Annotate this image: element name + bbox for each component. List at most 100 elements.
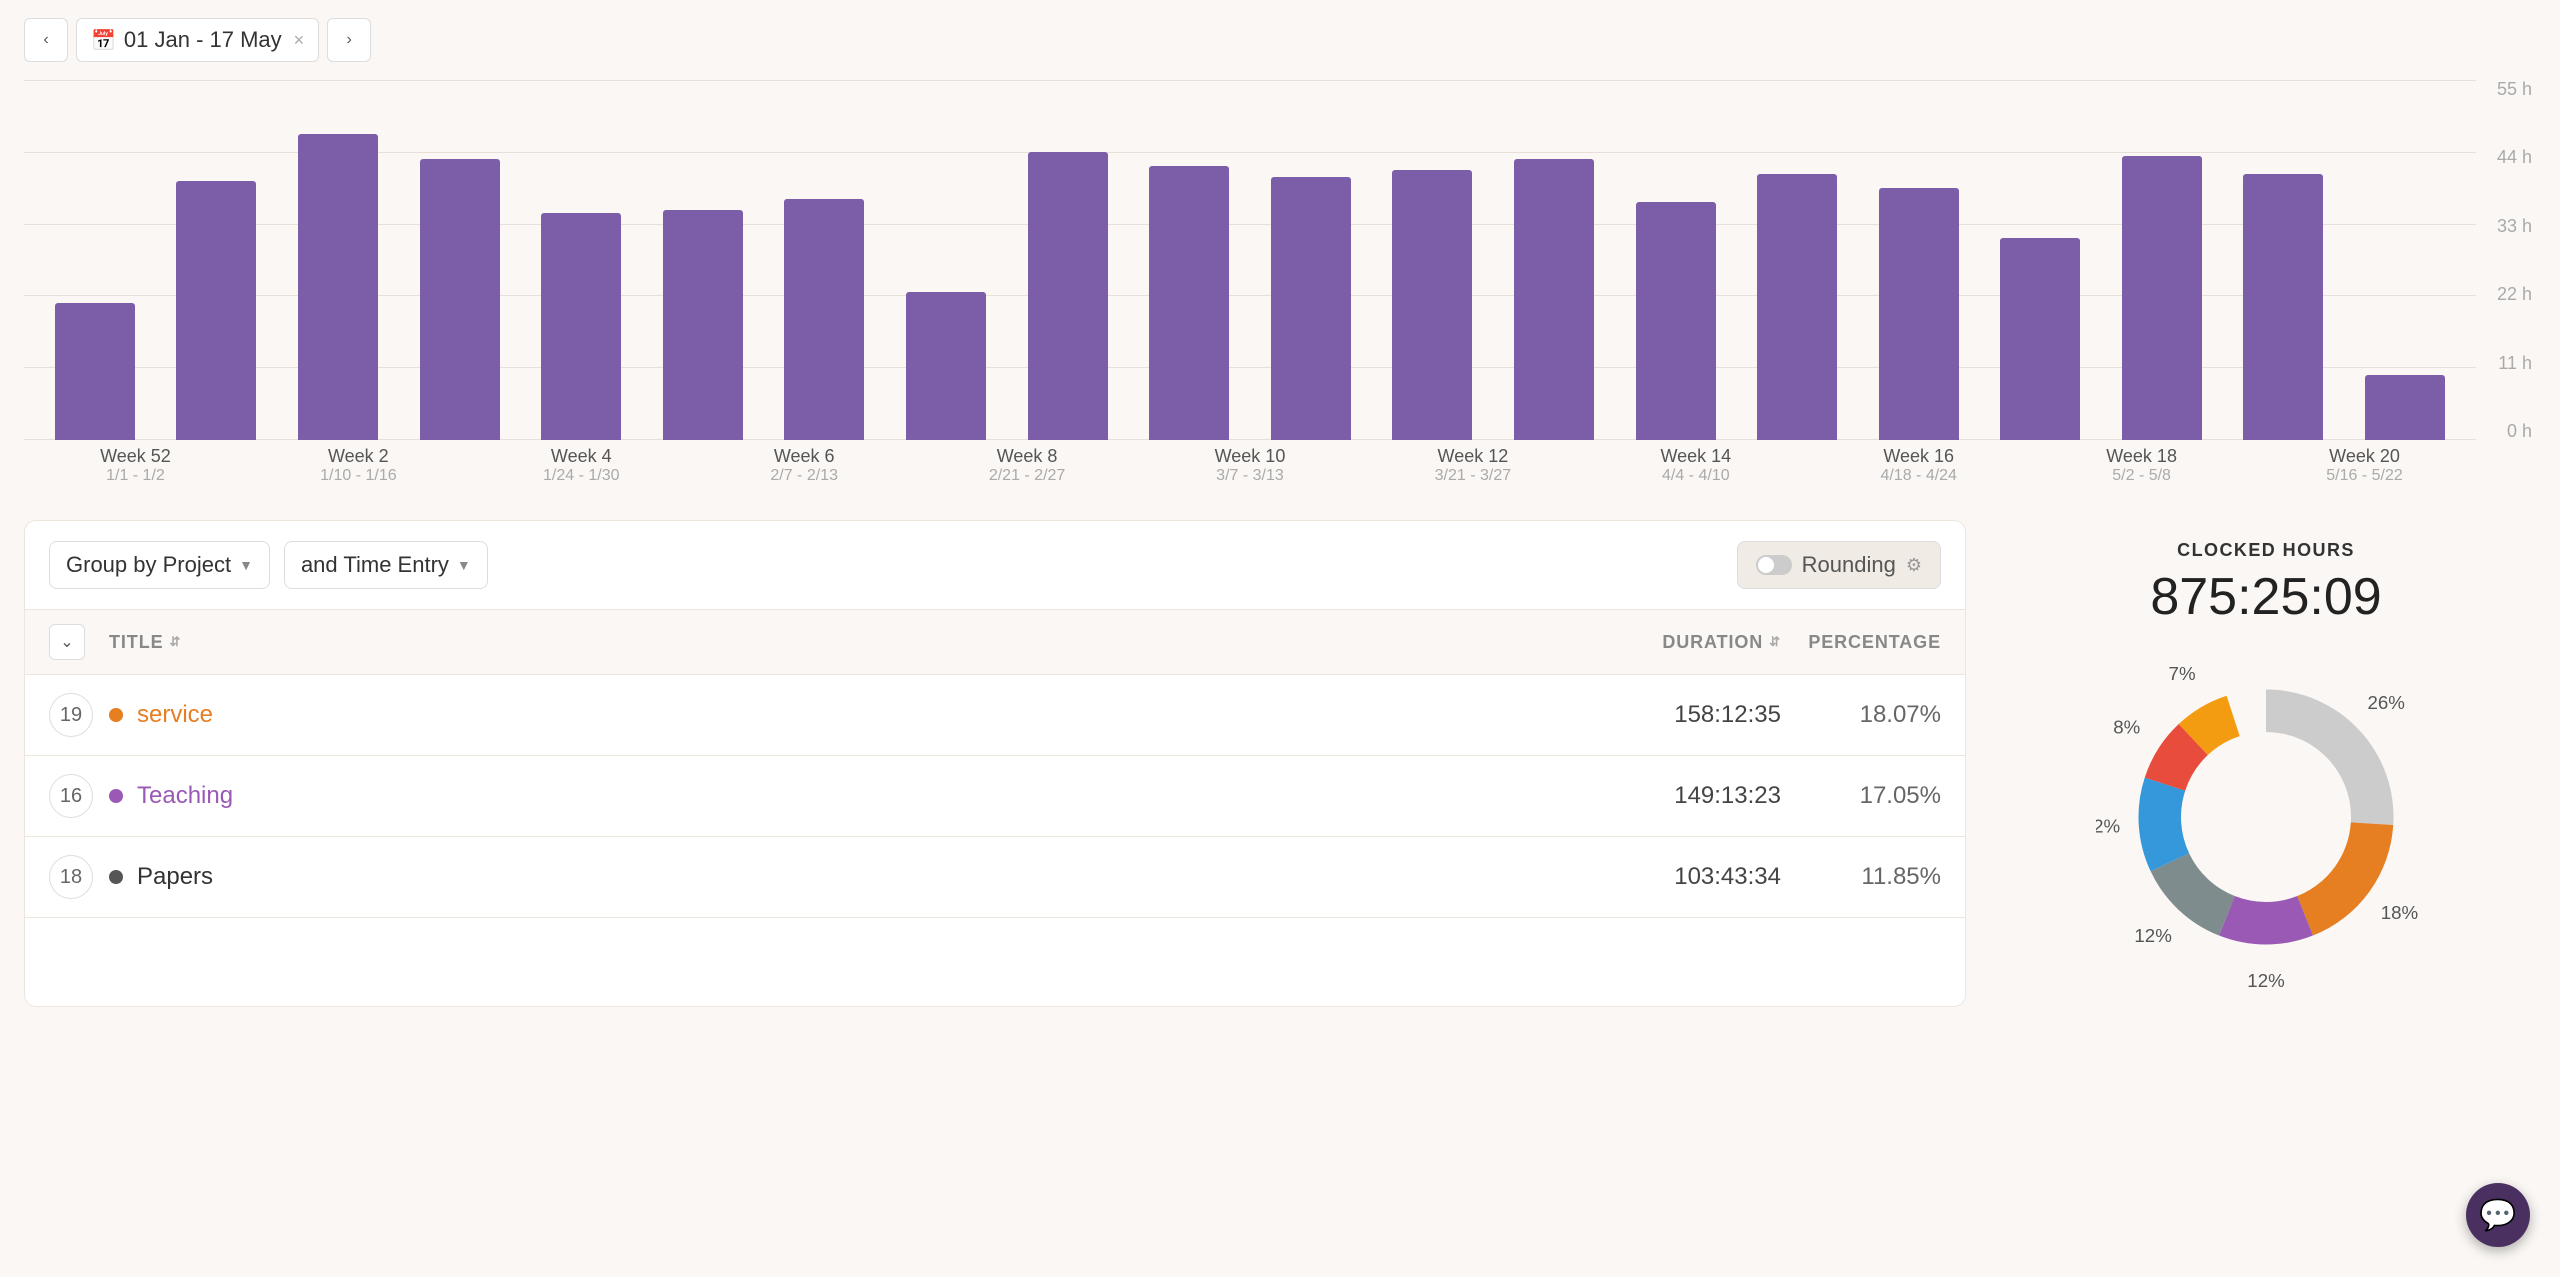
next-date-button[interactable]: › — [327, 18, 371, 62]
table-body: 19 service 158:12:35 18.07% 16 Teaching … — [25, 675, 1965, 918]
bar-group[interactable] — [1372, 80, 1494, 440]
bar — [1636, 202, 1716, 440]
x-label-group: Week 21/10 - 1/16 — [247, 440, 470, 500]
toggle-switch[interactable] — [1756, 555, 1792, 575]
bar-group[interactable] — [1736, 80, 1858, 440]
row-count: 18 — [49, 855, 93, 899]
bar-group[interactable] — [1007, 80, 1129, 440]
bar — [1392, 170, 1472, 440]
table-row[interactable]: 18 Papers 103:43:34 11.85% — [25, 837, 1965, 918]
group-by-dropdown[interactable]: Group by Project ▼ — [49, 541, 270, 589]
bar — [1149, 166, 1229, 440]
bar-group[interactable] — [1128, 80, 1250, 440]
date-label: 2/7 - 2/13 — [770, 467, 838, 485]
gear-icon[interactable]: ⚙ — [1906, 555, 1922, 576]
bar-group[interactable] — [1250, 80, 1372, 440]
donut-label: 12% — [2096, 815, 2120, 836]
row-dot — [109, 708, 123, 722]
collapse-all-btn[interactable]: ⌄ — [49, 624, 109, 660]
donut-label: 18% — [2381, 902, 2418, 923]
date-label: 4/4 - 4/10 — [1662, 467, 1730, 485]
date-label: 5/16 - 5/22 — [2326, 467, 2403, 485]
table-row[interactable]: 16 Teaching 149:13:23 17.05% — [25, 756, 1965, 837]
bar-group[interactable] — [2344, 80, 2466, 440]
week-label: Week 18 — [2106, 446, 2177, 467]
row-count: 19 — [49, 693, 93, 737]
bar-group[interactable] — [885, 80, 1007, 440]
week-label: Week 20 — [2329, 446, 2400, 467]
y-label: 11 h — [2498, 354, 2532, 372]
chat-bubble-button[interactable]: 💬 — [2466, 1183, 2530, 1247]
bar-group[interactable] — [2223, 80, 2345, 440]
date-label: 3/21 - 3/27 — [1435, 467, 1512, 485]
donut-segment — [2219, 896, 2313, 944]
x-axis-labels: Week 521/1 - 1/2Week 21/10 - 1/16Week 41… — [24, 440, 2476, 500]
donut-svg: 26%18%12%12%12%8%7% — [2096, 647, 2436, 987]
bar-group[interactable] — [2101, 80, 2223, 440]
table-row[interactable]: 19 service 158:12:35 18.07% — [25, 675, 1965, 756]
bar — [2000, 238, 2080, 440]
x-label-group: Week 123/21 - 3/27 — [1361, 440, 1584, 500]
x-label-group: Week 82/21 - 2/27 — [916, 440, 1139, 500]
bar-group[interactable] — [1980, 80, 2102, 440]
donut-segment — [2151, 853, 2235, 935]
row-duration: 149:13:23 — [1581, 782, 1781, 810]
bar — [1757, 174, 1837, 440]
date-label: 1/10 - 1/16 — [320, 467, 397, 485]
bar-group[interactable] — [399, 80, 521, 440]
row-percentage: 18.07% — [1781, 701, 1941, 729]
time-entry-dropdown[interactable]: and Time Entry ▼ — [284, 541, 488, 589]
y-axis-labels: 55 h 44 h 33 h 22 h 11 h 0 h — [2481, 80, 2536, 440]
donut-label: 7% — [2169, 663, 2196, 684]
date-label: 4/18 - 4/24 — [1880, 467, 1957, 485]
bars-container — [24, 80, 2476, 440]
bar-group[interactable] — [642, 80, 764, 440]
week-label: Week 4 — [551, 446, 612, 467]
calendar-icon: 📅 — [91, 28, 116, 53]
week-label: Week 16 — [1883, 446, 1954, 467]
date-range-pill[interactable]: 📅 01 Jan - 17 May × — [76, 18, 319, 62]
time-entry-label: and Time Entry — [301, 552, 449, 578]
row-dot — [109, 789, 123, 803]
right-panel: CLOCKED HOURS 875:25:09 26%18%12%12%12%8… — [1996, 520, 2536, 1007]
row-duration: 158:12:35 — [1581, 701, 1781, 729]
row-title: service — [137, 701, 1581, 729]
bottom-section: Group by Project ▼ and Time Entry ▼ Roun… — [24, 520, 2536, 1007]
bar — [1271, 177, 1351, 440]
bar-group[interactable] — [34, 80, 156, 440]
chat-icon: 💬 — [2479, 1198, 2516, 1233]
bar-group[interactable] — [277, 80, 399, 440]
bar-group[interactable] — [1493, 80, 1615, 440]
bar — [2243, 174, 2323, 440]
title-column-header[interactable]: TITLE ⇵ — [109, 632, 1581, 653]
bar-group[interactable] — [1858, 80, 1980, 440]
bar — [1879, 188, 1959, 440]
bar-group[interactable] — [156, 80, 278, 440]
date-navigation: ‹ 📅 01 Jan - 17 May × › — [0, 0, 2560, 80]
row-dot — [109, 870, 123, 884]
donut-chart: 26%18%12%12%12%8%7% — [2096, 647, 2436, 987]
donut-label: 12% — [2134, 925, 2171, 946]
date-label: 5/2 - 5/8 — [2112, 467, 2171, 485]
y-label: 0 h — [2507, 422, 2532, 440]
bar-group[interactable] — [764, 80, 886, 440]
y-label: 22 h — [2497, 285, 2532, 303]
x-label-group: Week 205/16 - 5/22 — [2253, 440, 2476, 500]
week-label: Week 12 — [1438, 446, 1509, 467]
rounding-toggle[interactable]: Rounding ⚙ — [1737, 541, 1941, 589]
week-label: Week 2 — [328, 446, 389, 467]
bar-group[interactable] — [1615, 80, 1737, 440]
bar — [663, 210, 743, 440]
duration-column-header[interactable]: DURATION ⇵ — [1581, 632, 1781, 653]
clear-date-icon[interactable]: × — [294, 30, 305, 51]
bar-group[interactable] — [520, 80, 642, 440]
percentage-column-header: PERCENTAGE — [1781, 632, 1941, 653]
date-label: 3/7 - 3/13 — [1216, 467, 1284, 485]
sort-icon: ⇵ — [1769, 634, 1781, 650]
prev-date-button[interactable]: ‹ — [24, 18, 68, 62]
chevron-down-icon: ▼ — [239, 557, 253, 573]
y-label: 33 h — [2497, 217, 2532, 235]
row-title: Teaching — [137, 782, 1581, 810]
week-label: Week 52 — [100, 446, 171, 467]
row-percentage: 17.05% — [1781, 782, 1941, 810]
